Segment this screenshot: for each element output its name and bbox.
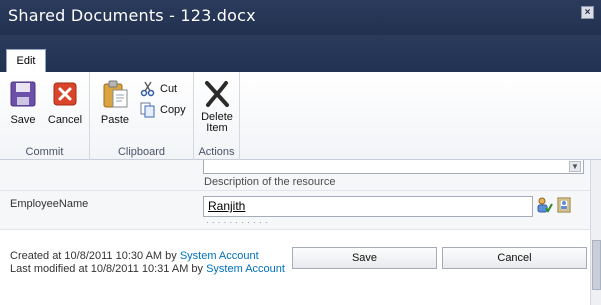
paste-icon <box>103 80 128 108</box>
modified-line: Last modified at 10/8/2011 10:31 AM by S… <box>10 263 285 276</box>
paste-button-label: Paste <box>100 114 130 126</box>
close-icon[interactable]: × <box>581 6 594 19</box>
employee-name-value: Ranjith <box>208 199 246 213</box>
form-save-button[interactable]: Save <box>292 247 437 269</box>
paste-button[interactable]: Paste <box>92 78 138 126</box>
save-button[interactable]: Save <box>0 78 46 126</box>
browse-address-book-icon[interactable] <box>556 197 572 213</box>
modified-text: Last modified at 10/8/2011 10:31 AM by <box>10 263 207 275</box>
created-by-link[interactable]: System Account <box>180 250 259 262</box>
tab-edit[interactable]: Edit <box>6 49 46 72</box>
ribbon-group-label-commit: Commit <box>25 146 64 158</box>
form-content: ▼ Description of the resource EmployeeNa… <box>0 160 590 305</box>
delete-item-label-line2: Item <box>206 122 228 134</box>
cancel-icon <box>53 82 77 106</box>
created-line: Created at 10/8/2011 10:30 AM by System … <box>10 250 285 263</box>
ribbon-group-clipboard: Paste Cut Copy Clipboard <box>90 72 194 160</box>
copy-icon <box>140 102 155 118</box>
cut-button[interactable]: Cut <box>140 80 177 98</box>
form-cancel-button[interactable]: Cancel <box>442 247 587 269</box>
employee-name-label: EmployeeName <box>10 198 89 210</box>
copy-button[interactable]: Copy <box>140 101 186 119</box>
field-divider <box>0 190 590 191</box>
copy-button-label: Copy <box>160 104 186 116</box>
created-text: Created at 10/8/2011 10:30 AM by <box>10 250 180 262</box>
employee-name-field[interactable]: Ranjith <box>203 196 533 217</box>
field-hint: · · · · · · · · · · · <box>206 218 269 226</box>
check-names-icon[interactable] <box>537 197 553 213</box>
form-fields: ▼ Description of the resource EmployeeNa… <box>0 160 590 230</box>
resource-dropdown[interactable]: ▼ <box>203 160 584 174</box>
resource-description: Description of the resource <box>204 176 336 188</box>
modified-by-link[interactable]: System Account <box>206 263 285 275</box>
scissors-icon <box>140 81 155 97</box>
delete-icon <box>205 81 229 107</box>
ribbon-group-label-actions: Actions <box>198 146 235 158</box>
people-picker-controls <box>537 197 572 213</box>
vertical-scrollbar[interactable] <box>590 160 601 305</box>
window-title: Shared Documents - 123.docx <box>8 6 256 25</box>
save-icon <box>10 81 36 107</box>
scrollbar-thumb[interactable] <box>592 240 601 290</box>
ribbon: Save Cancel Commit Paste Cut Copy Clipbo… <box>0 72 601 160</box>
cut-button-label: Cut <box>160 83 178 95</box>
cancel-button-label: Cancel <box>47 114 83 126</box>
item-metadata: Created at 10/8/2011 10:30 AM by System … <box>10 250 285 276</box>
delete-item-button[interactable]: Delete Item <box>194 78 240 134</box>
cancel-button[interactable]: Cancel <box>42 78 88 126</box>
save-button-label: Save <box>10 114 36 126</box>
ribbon-tab-strip: Edit <box>0 35 601 72</box>
ribbon-group-label-clipboard: Clipboard <box>117 146 166 158</box>
ribbon-group-actions: Delete Item Actions <box>194 72 240 160</box>
chevron-down-icon[interactable]: ▼ <box>569 161 581 172</box>
ribbon-group-commit: Save Cancel Commit <box>0 72 90 160</box>
